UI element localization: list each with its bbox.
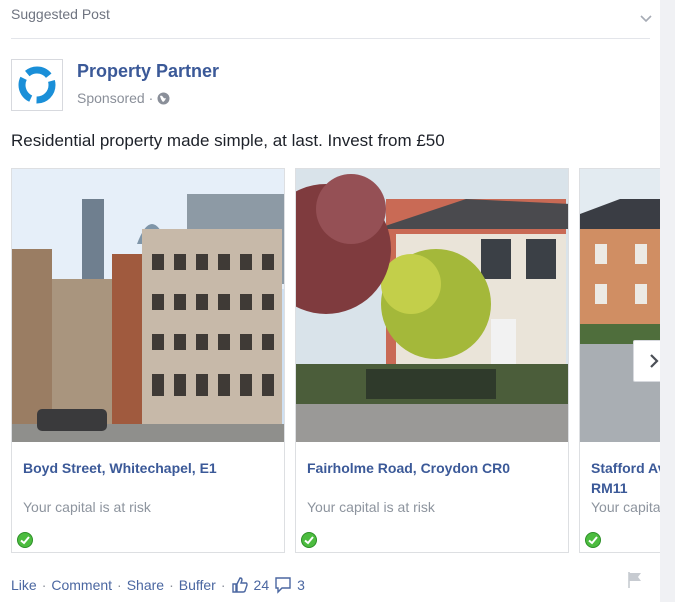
flag-icon[interactable] xyxy=(626,571,644,589)
property-title[interactable]: Fairholme Road, Croydon CR0 xyxy=(307,458,510,478)
check-icon xyxy=(585,532,601,548)
carousel-item[interactable]: Boyd Street, Whitechapel, E1 Your capita… xyxy=(11,168,285,553)
globe-icon xyxy=(157,92,170,104)
page-name-link[interactable]: Property Partner xyxy=(77,61,219,82)
carousel-item[interactable]: Fairholme Road, Croydon CR0 Your capital… xyxy=(295,168,569,553)
separator: · xyxy=(117,577,122,593)
check-icon xyxy=(301,532,317,548)
risk-disclaimer: Your capital is at risk xyxy=(23,499,151,515)
page-background-edge xyxy=(660,0,675,602)
post-actions: Like · Comment · Share · Buffer · 24 3 xyxy=(11,576,305,594)
check-icon xyxy=(17,532,33,548)
buffer-link[interactable]: Buffer xyxy=(179,577,216,593)
divider xyxy=(11,38,650,39)
risk-disclaimer: Your capital xyxy=(591,499,664,515)
separator: · xyxy=(41,577,47,593)
suggested-post-card: Suggested Post Property Partner Sponsore… xyxy=(0,0,675,602)
like-link[interactable]: Like xyxy=(11,577,37,593)
comment-count[interactable]: 3 xyxy=(297,577,305,593)
like-count[interactable]: 24 xyxy=(254,577,270,593)
sponsored-row: Sponsored · xyxy=(77,90,170,106)
chevron-down-icon[interactable] xyxy=(640,12,652,24)
property-photo-fairholme-road[interactable] xyxy=(296,169,569,442)
post-text: Residential property made simple, at las… xyxy=(11,131,445,150)
page-logo[interactable] xyxy=(11,59,63,111)
risk-disclaimer: Your capital is at risk xyxy=(307,499,435,515)
comment-link[interactable]: Comment xyxy=(51,577,112,593)
separator: · xyxy=(220,577,226,593)
chevron-right-icon xyxy=(650,354,659,368)
thumbs-up-icon[interactable] xyxy=(231,576,249,594)
property-photo-boyd-street[interactable] xyxy=(12,169,285,442)
separator: · xyxy=(169,577,174,593)
property-partner-logo-icon xyxy=(18,66,56,104)
suggested-post-label: Suggested Post xyxy=(11,6,110,22)
property-title[interactable]: Boyd Street, Whitechapel, E1 xyxy=(23,458,217,478)
comment-bubble-icon[interactable] xyxy=(274,576,292,594)
sponsored-label: Sponsored · xyxy=(77,90,154,106)
share-link[interactable]: Share xyxy=(127,577,164,593)
